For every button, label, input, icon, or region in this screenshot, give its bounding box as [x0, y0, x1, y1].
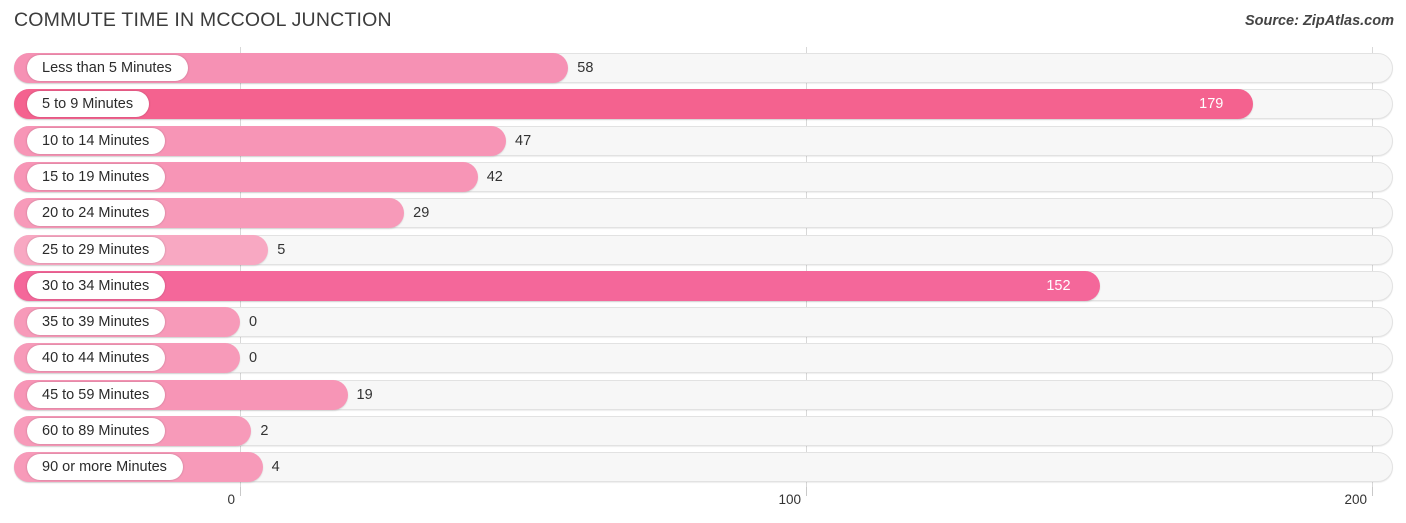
- bar-category-label: 30 to 34 Minutes: [27, 272, 166, 299]
- axis-tick-mark: [806, 487, 807, 496]
- bar-row[interactable]: 90 or more Minutes 4: [14, 452, 1393, 483]
- source-attribution: Source: ZipAtlas.com: [1244, 13, 1394, 29]
- bar-fill: [14, 270, 1101, 301]
- bar-value-label: 19: [356, 386, 373, 403]
- bar-rows: Less than 5 Minutes 58 5 to 9 Minutes 179 10…: [0, 47, 1406, 487]
- x-axis: 0 100 200: [0, 487, 1406, 523]
- plot-area: Less than 5 Minutes 58 5 to 9 Minutes 179 10…: [0, 47, 1406, 487]
- axis-tick-label: 100: [778, 492, 801, 507]
- bar-category-label: 40 to 44 Minutes: [27, 345, 166, 372]
- bar-row[interactable]: 45 to 59 Minutes 19: [14, 379, 1393, 410]
- bar-value-label: 179: [1199, 96, 1224, 113]
- bar-value-label: 0: [249, 314, 258, 331]
- bar-category-label: 15 to 19 Minutes: [27, 163, 166, 190]
- bar-category-label: Less than 5 Minutes: [27, 55, 188, 81]
- bar-row[interactable]: 40 to 44 Minutes 0: [14, 343, 1393, 374]
- bar-row[interactable]: 30 to 34 Minutes 152: [14, 270, 1393, 301]
- bar-row[interactable]: 5 to 9 Minutes 179: [14, 89, 1393, 120]
- bar-value-label: 5: [277, 241, 286, 258]
- bar-category-label: 10 to 14 Minutes: [27, 127, 166, 154]
- bar-row[interactable]: Less than 5 Minutes 58: [14, 53, 1393, 83]
- bar-value-label: 0: [249, 350, 258, 367]
- bar-fill: [14, 89, 1254, 120]
- page-title: COMMUTE TIME IN MCCOOL JUNCTION: [14, 9, 392, 31]
- bar-category-label: 35 to 39 Minutes: [27, 309, 166, 336]
- bar-value-label: 58: [577, 60, 594, 76]
- axis-tick-label: 200: [1344, 492, 1367, 507]
- bar-row[interactable]: 20 to 24 Minutes 29: [14, 198, 1393, 229]
- bar-row[interactable]: 60 to 89 Minutes 2: [14, 416, 1393, 446]
- commute-time-bar-chart: COMMUTE TIME IN MCCOOL JUNCTION Source: …: [0, 0, 1406, 523]
- bar-value-label: 152: [1046, 277, 1071, 294]
- bar-category-label: 45 to 59 Minutes: [27, 381, 166, 408]
- bar-category-label: 5 to 9 Minutes: [27, 91, 150, 118]
- axis-tick-label: 0: [227, 492, 235, 507]
- bar-row[interactable]: 35 to 39 Minutes 0: [14, 307, 1393, 338]
- axis-tick-mark: [240, 487, 241, 496]
- bar-category-label: 20 to 24 Minutes: [27, 200, 166, 227]
- bar-value-label: 2: [260, 423, 269, 439]
- bar-category-label: 60 to 89 Minutes: [27, 418, 166, 444]
- bar-value-label: 4: [271, 459, 280, 476]
- bar-row[interactable]: 15 to 19 Minutes 42: [14, 161, 1393, 192]
- bar-category-label: 25 to 29 Minutes: [27, 236, 166, 263]
- bar-value-label: 47: [515, 132, 532, 149]
- bar-row[interactable]: 25 to 29 Minutes 5: [14, 234, 1393, 265]
- bar-value-label: 42: [486, 168, 503, 185]
- bar-row[interactable]: 10 to 14 Minutes 47: [14, 125, 1393, 156]
- axis-tick-mark: [1372, 487, 1373, 496]
- bar-category-label: 90 or more Minutes: [27, 454, 183, 481]
- bar-value-label: 29: [413, 205, 430, 222]
